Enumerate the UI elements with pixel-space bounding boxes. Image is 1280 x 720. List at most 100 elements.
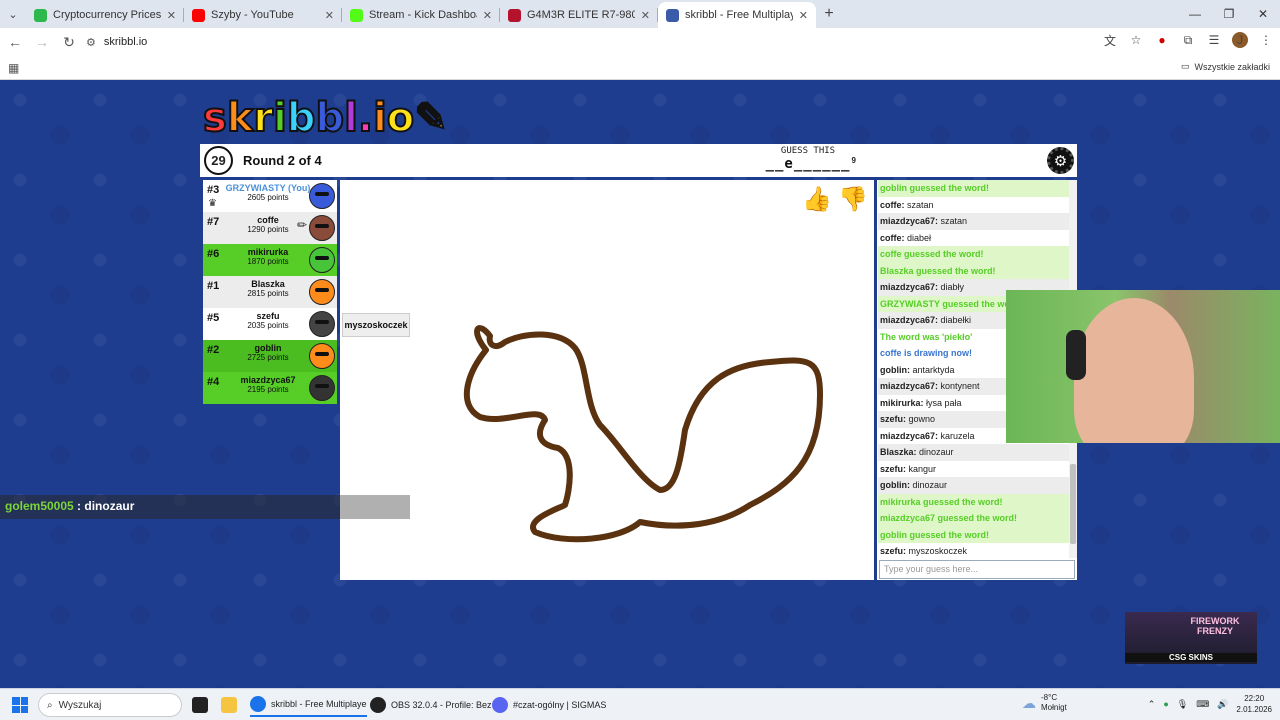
reload-icon[interactable]: ↻ bbox=[57, 34, 81, 51]
scrollbar-thumb[interactable] bbox=[1070, 464, 1076, 544]
browser-tab[interactable]: Cryptocurrency Prices, Charts, a ✕ bbox=[26, 2, 184, 28]
close-window-icon[interactable]: ✕ bbox=[1246, 0, 1280, 28]
taskbar-search[interactable]: ⌕ Wyszukaj bbox=[38, 693, 182, 717]
windows-start-icon[interactable] bbox=[12, 697, 28, 713]
guess-input[interactable]: Type your guess here... bbox=[879, 560, 1075, 579]
taskbar-app[interactable]: OBS 32.0.4 - Profile: Bez bbox=[370, 693, 492, 717]
chat-user: szefu: bbox=[880, 463, 907, 474]
extensions-puzzle-icon[interactable]: ⧉ bbox=[1180, 32, 1196, 48]
chat-user: miazdzyca67: bbox=[880, 381, 939, 391]
minimize-icon[interactable]: — bbox=[1178, 0, 1212, 28]
chat-text: The word was 'piekło' bbox=[880, 331, 973, 342]
player-rank: #3 bbox=[207, 184, 220, 196]
chat-text: goblin guessed the word! bbox=[880, 183, 990, 193]
tab-title: Cryptocurrency Prices, Charts, a bbox=[53, 9, 161, 21]
browser-tab[interactable]: Stream - Kick Dashboard ✕ bbox=[342, 2, 500, 28]
player-row[interactable]: #7 ✏ coffe 1290 points bbox=[203, 212, 337, 244]
chat-text: dinozaur bbox=[910, 480, 948, 490]
tab-title: Stream - Kick Dashboard bbox=[369, 9, 477, 21]
chat-text: mikirurka guessed the word! bbox=[880, 496, 1003, 507]
drawn-stroke bbox=[463, 325, 823, 543]
volume-icon[interactable]: 🔊 bbox=[1217, 699, 1228, 710]
chat-text: coffe guessed the word! bbox=[880, 249, 984, 259]
weather-widget[interactable]: ☁ -8°C Mołnigt bbox=[1022, 693, 1067, 713]
new-tab-button[interactable]: + bbox=[816, 5, 842, 23]
apps-grid-icon[interactable]: ▦ bbox=[8, 61, 19, 75]
player-points: 2035 points bbox=[247, 321, 289, 330]
taskbar-app[interactable]: #czat-ogólny | SIGMAS bbox=[492, 693, 606, 717]
tab-title: G4M3R ELITE R7-9800X3D/64G bbox=[527, 9, 635, 21]
all-bookmarks-button[interactable]: ▭ Wszystkie zakładki bbox=[1181, 61, 1270, 72]
drawing-canvas[interactable]: 👍 👎 bbox=[340, 180, 874, 580]
letter-count: 9 bbox=[851, 156, 856, 165]
headphones bbox=[1066, 330, 1086, 380]
tab-favicon bbox=[666, 8, 679, 22]
timer-clock: 29 bbox=[204, 146, 233, 175]
browser-toolbar: ← → ↻ ⚙ skribbl.io 文 ☆ ● ⧉ ☰ J ⋮ bbox=[0, 28, 1280, 56]
browser-tab[interactable]: Szyby - YouTube ✕ bbox=[184, 2, 342, 28]
player-row[interactable]: #3 ♛ GRZYWIASTY (You) 2605 points bbox=[203, 180, 337, 212]
chat-message: miazdzyca67: szatan bbox=[878, 213, 1069, 230]
player-row[interactable]: #2 goblin 2725 points bbox=[203, 340, 337, 372]
tab-close-icon[interactable]: ✕ bbox=[167, 9, 176, 22]
bookmark-star-icon[interactable]: ☆ bbox=[1128, 32, 1144, 48]
settings-gear-icon[interactable]: ⚙ bbox=[1047, 147, 1074, 174]
overlay-gray-box bbox=[340, 495, 410, 519]
player-name: mikirurka bbox=[247, 247, 289, 257]
drawing-svg bbox=[463, 325, 823, 543]
game-top-bar: 29 Round 2 of 4 GUESS THIS __e______ 9 ⚙ bbox=[200, 144, 1077, 177]
player-row[interactable]: #5 szefu 2035 points bbox=[203, 308, 337, 340]
address-bar[interactable]: ⚙ skribbl.io bbox=[80, 31, 1140, 53]
chat-text: coffe is drawing now! bbox=[880, 348, 973, 358]
reading-list-icon[interactable]: ☰ bbox=[1206, 32, 1222, 48]
extension-icon[interactable]: ● bbox=[1154, 32, 1170, 48]
restore-icon[interactable]: ❐ bbox=[1212, 0, 1246, 28]
browser-tab[interactable]: skribbl - Free Multiplayer D ✕ bbox=[658, 2, 816, 28]
site-info-icon[interactable]: ⚙ bbox=[86, 36, 96, 49]
player-avatar bbox=[309, 375, 335, 401]
skribbl-logo: skribbl.io✎ bbox=[202, 94, 449, 142]
player-avatar bbox=[309, 311, 335, 337]
promo-banner: FIREWORK FRENZY CSG SKINS bbox=[1125, 612, 1257, 664]
tray-chevron-icon[interactable]: ⌃ bbox=[1148, 699, 1156, 710]
taskbar-app[interactable]: skribbl - Free Multiplaye bbox=[250, 693, 367, 717]
chat-user: Blaszka: bbox=[880, 447, 917, 457]
tab-search-icon[interactable]: ⌄ bbox=[0, 0, 26, 28]
back-icon[interactable]: ← bbox=[3, 34, 27, 50]
player-row[interactable]: #1 Blaszka 2815 points bbox=[203, 276, 337, 308]
player-list: #3 ♛ GRZYWIASTY (You) 2605 points #7 ✏ c… bbox=[203, 180, 337, 404]
drawer-tooltip: myszoskoczek bbox=[342, 313, 410, 337]
translate-icon[interactable]: 文 bbox=[1102, 32, 1118, 48]
tab-close-icon[interactable]: ✕ bbox=[483, 9, 492, 22]
chat-user: miazdzyca67: bbox=[880, 282, 939, 292]
player-rank: #7 bbox=[207, 216, 220, 228]
tab-close-icon[interactable]: ✕ bbox=[325, 9, 334, 22]
player-avatar bbox=[309, 247, 335, 273]
browser-tab[interactable]: G4M3R ELITE R7-9800X3D/64G ✕ bbox=[500, 2, 658, 28]
menu-dots-icon[interactable]: ⋮ bbox=[1258, 32, 1274, 48]
forward-icon[interactable]: → bbox=[30, 34, 54, 50]
chat-text: diabeł bbox=[904, 232, 932, 243]
tab-close-icon[interactable]: ✕ bbox=[799, 9, 808, 22]
player-row[interactable]: #6 mikirurka 1870 points bbox=[203, 244, 337, 276]
chat-text: kontynent bbox=[938, 381, 980, 391]
stream-chat-overlay: golem50005 : dinozaur bbox=[0, 495, 410, 519]
chat-text: karuzela bbox=[938, 430, 975, 441]
taskbar-app-icon bbox=[250, 696, 266, 712]
tab-close-icon[interactable]: ✕ bbox=[641, 9, 650, 22]
tab-favicon bbox=[192, 8, 205, 22]
chat-message: Blaszka guessed the word! bbox=[878, 262, 1069, 279]
profile-avatar[interactable]: J bbox=[1232, 32, 1248, 48]
webcam-overlay bbox=[1006, 290, 1280, 443]
taskbar-clock[interactable]: 22:20 2.01.2026 bbox=[1236, 693, 1272, 715]
tray-app-icon[interactable]: ● bbox=[1163, 699, 1168, 709]
player-rank: #1 bbox=[207, 280, 220, 292]
network-icon[interactable]: ⌨ bbox=[1196, 699, 1209, 710]
taskbar-app-icon bbox=[492, 697, 508, 713]
player-points: 2195 points bbox=[247, 385, 289, 394]
file-explorer-icon[interactable] bbox=[221, 693, 237, 717]
microphone-icon[interactable]: 🎙 bbox=[1177, 699, 1188, 710]
player-row[interactable]: #4 miazdzyca67 2195 points bbox=[203, 372, 337, 404]
hidden-word: __e______ bbox=[765, 156, 851, 172]
task-view-icon[interactable] bbox=[192, 693, 208, 717]
